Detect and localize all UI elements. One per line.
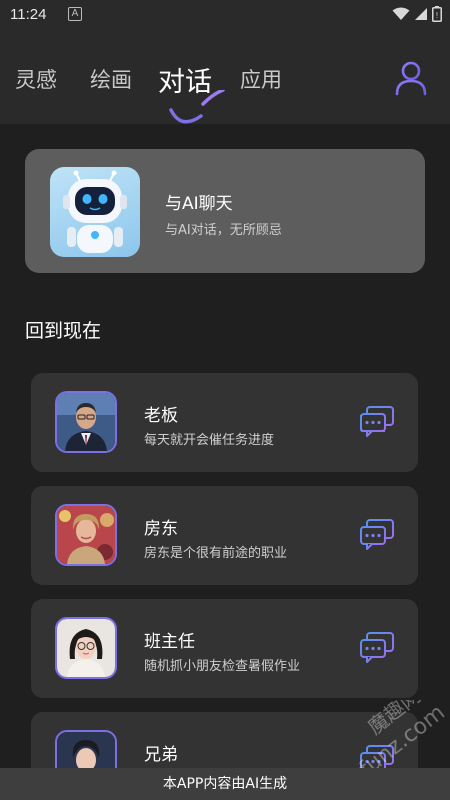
status-time: 11:24 xyxy=(10,6,47,23)
main-content: 与AI聊天 与AI对话，无所顾忌 回到现在 老板 每天就开会催任务进度 房东 房… xyxy=(0,124,450,768)
character-desc: 随机抓小朋友检查暑假作业 xyxy=(144,659,301,674)
battery-icon: ! xyxy=(432,6,442,22)
ai-disclaimer-footer: 本APP内容由AI生成 xyxy=(0,768,450,800)
character-card-landlord[interactable]: 房东 房东是个很有前途的职业 xyxy=(31,486,418,585)
status-bar: 11:24 A ! xyxy=(0,0,450,30)
top-nav: 灵感 绘画 对话 应用 xyxy=(0,30,450,124)
character-name: 老板 xyxy=(144,406,178,426)
teacher-avatar xyxy=(55,617,117,679)
signal-icon xyxy=(415,8,427,20)
tab-drawing[interactable]: 绘画 xyxy=(90,64,132,94)
ai-chat-card[interactable]: 与AI聊天 与AI对话，无所顾忌 xyxy=(25,149,425,273)
chat-bubbles-icon[interactable] xyxy=(359,518,395,550)
tab-inspiration[interactable]: 灵感 xyxy=(15,64,57,94)
chat-bubbles-icon[interactable] xyxy=(359,631,395,663)
landlord-avatar xyxy=(55,504,117,566)
svg-text:!: ! xyxy=(436,11,438,20)
character-name: 房东 xyxy=(144,519,178,539)
boss-avatar xyxy=(55,391,117,453)
brother-avatar xyxy=(55,730,117,768)
robot-avatar xyxy=(50,167,140,257)
chat-bubbles-icon[interactable] xyxy=(359,405,395,437)
character-card-teacher[interactable]: 班主任 随机抓小朋友检查暑假作业 xyxy=(31,599,418,698)
ai-chat-subtitle: 与AI对话，无所顾忌 xyxy=(165,223,282,238)
tab-chat[interactable]: 对话 xyxy=(158,60,212,99)
profile-icon[interactable] xyxy=(394,60,428,96)
section-title: 回到现在 xyxy=(25,320,102,342)
wifi-icon xyxy=(392,7,410,20)
character-card-boss[interactable]: 老板 每天就开会催任务进度 xyxy=(31,373,418,472)
robot-icon xyxy=(63,170,127,253)
character-desc: 每天就开会催任务进度 xyxy=(144,433,275,448)
notification-icon: A xyxy=(68,7,82,21)
ai-chat-title: 与AI聊天 xyxy=(165,194,233,214)
character-name: 兄弟 xyxy=(144,745,178,765)
tab-apps[interactable]: 应用 xyxy=(240,64,282,94)
status-indicators: ! xyxy=(392,6,442,22)
character-name: 班主任 xyxy=(144,632,195,652)
character-desc: 房东是个很有前途的职业 xyxy=(144,546,288,561)
